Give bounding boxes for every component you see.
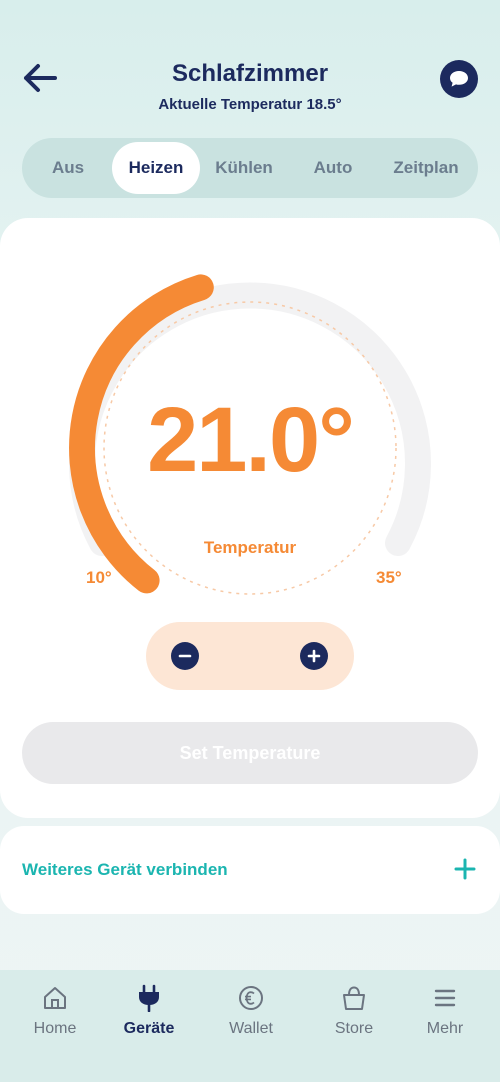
nav-label: Store bbox=[334, 1020, 374, 1037]
euro-coin-icon bbox=[239, 986, 263, 1010]
connect-device-label: Weiteres Gerät verbinden bbox=[22, 860, 228, 879]
nav-label: Geräte bbox=[123, 1020, 175, 1037]
thermostat-card: 21.0° Temperatur 10° 35° Set Temperature bbox=[0, 218, 500, 818]
nav-item-wallet[interactable]: Wallet bbox=[206, 984, 296, 1054]
nav-item-mehr[interactable]: Mehr bbox=[400, 984, 490, 1054]
nav-item-home[interactable]: Home bbox=[10, 984, 100, 1054]
nav-item-store[interactable]: Store bbox=[309, 984, 399, 1054]
plus-icon[interactable] bbox=[452, 856, 478, 882]
target-temperature: 21.0° bbox=[147, 389, 355, 491]
max-temperature-label: 35° bbox=[376, 568, 402, 587]
tab-zeitplan[interactable]: Zeitplan bbox=[378, 142, 474, 194]
chat-bubble-icon bbox=[450, 71, 468, 87]
decrease-button[interactable] bbox=[171, 642, 199, 670]
set-temperature-button[interactable]: Set Temperature bbox=[22, 722, 478, 784]
chat-button[interactable] bbox=[440, 60, 478, 98]
bottom-navigation: Home Geräte Wallet Store Mehr bbox=[0, 970, 500, 1082]
shopping-bag-icon bbox=[343, 986, 365, 1010]
temperature-stepper bbox=[146, 622, 354, 690]
increase-button[interactable] bbox=[300, 642, 328, 670]
nav-label: Wallet bbox=[229, 1020, 273, 1037]
current-temperature: Aktuelle Temperatur 18.5° bbox=[158, 96, 342, 113]
min-temperature-label: 10° bbox=[86, 568, 112, 587]
tab-aus[interactable]: Aus bbox=[30, 142, 106, 194]
home-icon bbox=[44, 987, 66, 1009]
tab-kuehlen[interactable]: Kühlen bbox=[202, 142, 286, 194]
temperature-label: Temperatur bbox=[203, 538, 297, 557]
header: Schlafzimmer Aktuelle Temperatur 18.5° bbox=[0, 0, 500, 130]
connect-device-row[interactable]: Weiteres Gerät verbinden bbox=[0, 826, 500, 914]
nav-label: Mehr bbox=[426, 1020, 464, 1037]
tab-auto[interactable]: Auto bbox=[294, 142, 372, 194]
nav-label: Home bbox=[33, 1020, 77, 1037]
nav-item-geraete[interactable]: Geräte bbox=[104, 984, 194, 1054]
plug-icon bbox=[139, 984, 159, 1012]
page-title: Schlafzimmer bbox=[171, 60, 329, 87]
plus-circle-icon bbox=[307, 649, 321, 663]
tab-heizen[interactable]: Heizen bbox=[112, 142, 200, 194]
minus-circle-icon bbox=[178, 654, 192, 658]
mode-tabs: Aus Heizen Kühlen Auto Zeitplan bbox=[22, 138, 478, 198]
menu-icon bbox=[434, 989, 456, 1007]
